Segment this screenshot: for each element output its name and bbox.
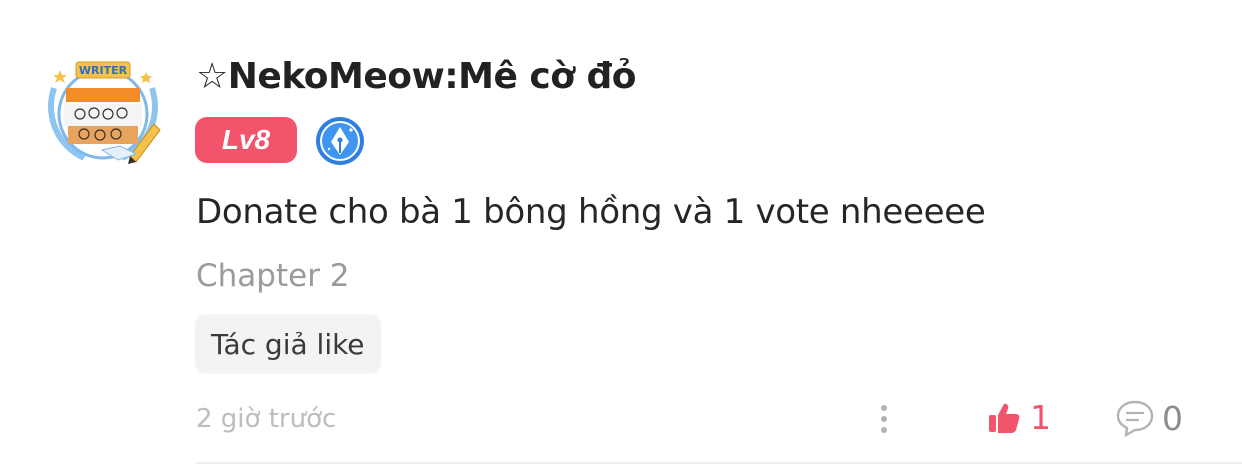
chapter-label[interactable]: Chapter 2 [196,258,350,294]
reply-button[interactable]: 0 [1114,398,1183,438]
comment-text: Donate cho bà 1 bông hồng và 1 vote nhee… [196,192,986,232]
like-count: 1 [1030,398,1051,437]
comment-bubble-icon [1116,400,1154,438]
like-button[interactable]: 1 [986,398,1051,437]
avatar[interactable]: WRITER [44,58,162,166]
author-like-tag: Tác giả like [195,314,381,374]
pen-nib-badge-icon [315,116,365,166]
writer-avatar-icon: WRITER [48,61,161,164]
avatar-banner-text: WRITER [79,64,128,77]
thumbs-up-icon [989,403,1020,433]
timestamp: 2 giờ trước [196,404,337,434]
reply-count: 0 [1162,398,1183,438]
divider [196,462,1242,464]
username[interactable]: ☆NekoMeow:Mê cờ đỏ [196,56,637,97]
level-badge: Lv8 [195,117,297,163]
more-vertical-icon[interactable] [872,401,896,437]
